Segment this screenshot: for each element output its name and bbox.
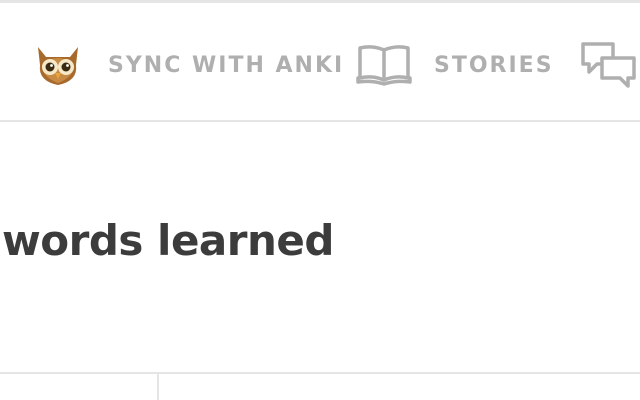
bottom-panel-right	[159, 374, 640, 400]
bottom-panel-left	[0, 374, 159, 400]
words-learned-section: words learned	[0, 124, 640, 372]
top-navigation: SYNC WITH ANKI STORIES	[0, 3, 640, 122]
nav-item-sync-with-anki[interactable]: SYNC WITH ANKI	[32, 39, 344, 91]
chat-bubbles-icon	[580, 40, 638, 90]
nav-item-discussion[interactable]	[580, 39, 638, 91]
nav-label-stories: STORIES	[434, 52, 554, 78]
page-title: words learned	[2, 216, 334, 265]
owl-icon	[32, 43, 84, 87]
nav-item-stories[interactable]: STORIES	[356, 39, 554, 91]
nav-label-sync-with-anki: SYNC WITH ANKI	[108, 52, 345, 78]
bottom-panel-row	[0, 374, 640, 400]
book-icon	[356, 42, 412, 88]
